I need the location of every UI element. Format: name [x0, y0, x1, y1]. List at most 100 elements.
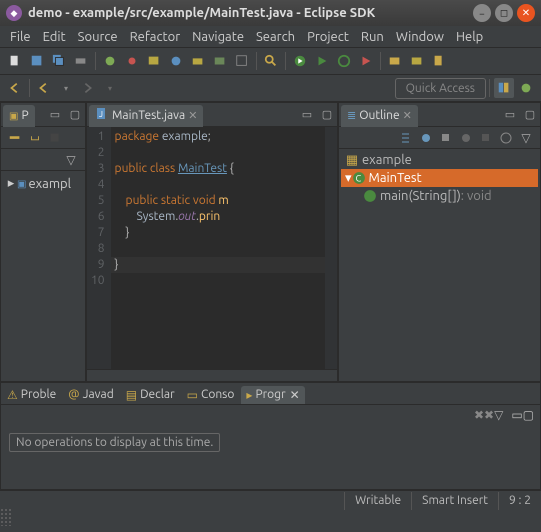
code-line[interactable]: public static void m	[111, 193, 325, 209]
tab-package-explorer[interactable]: ▣ P	[3, 105, 35, 127]
new-class-button[interactable]	[166, 51, 186, 71]
coverage-button[interactable]	[144, 51, 164, 71]
new-button[interactable]	[5, 51, 25, 71]
nav-toolbar: ▾ ▾ Quick Access	[0, 75, 541, 102]
code-line[interactable]: public class MainTest {	[111, 161, 325, 177]
code-line[interactable]	[111, 177, 325, 193]
run-last-button[interactable]	[312, 51, 332, 71]
tab-proble[interactable]: ⚠Proble	[2, 386, 61, 404]
forward-button[interactable]	[78, 78, 98, 98]
tab-progr[interactable]: ▸Progr✕	[241, 386, 304, 404]
new-project-button[interactable]	[407, 51, 427, 71]
code-line[interactable]: }	[111, 257, 325, 273]
close-outline-button[interactable]: ✕	[403, 109, 412, 122]
code-line[interactable]	[111, 273, 325, 289]
menu-navigate[interactable]: Navigate	[186, 28, 250, 46]
close-tab-button[interactable]: ✕	[290, 388, 300, 402]
back-button[interactable]	[34, 78, 54, 98]
outline-row[interactable]: ▦example	[341, 151, 538, 169]
menu-help[interactable]: Help	[450, 28, 489, 46]
debug-last-button[interactable]	[334, 51, 354, 71]
sort-button[interactable]	[397, 129, 415, 147]
debug-button[interactable]	[100, 51, 120, 71]
code-line[interactable]	[111, 145, 325, 161]
menu-file[interactable]: File	[4, 28, 37, 46]
outline-maximize-button[interactable]: ▢	[522, 107, 538, 123]
print-button[interactable]	[71, 51, 91, 71]
editor-minimize-button[interactable]: ▭	[299, 107, 315, 123]
resize-gripper[interactable]	[0, 508, 12, 526]
new-package-button[interactable]	[188, 51, 208, 71]
line-number: 1	[91, 129, 105, 145]
hide-local-button[interactable]	[477, 129, 495, 147]
breakpoint-button[interactable]	[122, 51, 142, 71]
perspective-java-button[interactable]	[494, 78, 514, 98]
tab-declar[interactable]: ▤Declar	[121, 386, 180, 404]
tab-conso[interactable]: ▭Conso	[182, 386, 240, 404]
outline-menu-button[interactable]: ▽	[517, 129, 535, 147]
progress-menu-button[interactable]: ▽	[494, 408, 503, 422]
menu-run[interactable]: Run	[355, 28, 390, 46]
new-java-project-button[interactable]	[385, 51, 405, 71]
save-button[interactable]	[27, 51, 47, 71]
outline-minimize-button[interactable]: ▭	[502, 107, 518, 123]
filters-button[interactable]	[46, 129, 64, 147]
tab-editor[interactable]: J MainTest.java ✕	[89, 105, 203, 127]
tab-outline[interactable]: ≣ Outline ✕	[341, 105, 418, 127]
close-button[interactable]: ✕	[517, 4, 535, 22]
hide-static-button[interactable]	[437, 129, 455, 147]
forward-history-button[interactable]: ▾	[100, 78, 120, 98]
svg-text:C: C	[355, 173, 361, 184]
code-line[interactable]: System.out.prin	[111, 209, 325, 225]
quick-access[interactable]: Quick Access	[395, 78, 486, 99]
warn-icon: ⚠	[7, 388, 18, 402]
external-tools-button[interactable]	[356, 51, 376, 71]
minimize-button[interactable]: −	[473, 4, 491, 22]
remove-all-button[interactable]: ✖✖	[474, 408, 494, 422]
bottom-minimize-button[interactable]: ▭	[511, 408, 522, 422]
menu-bar: File Edit Source Refactor Navigate Searc…	[0, 26, 541, 48]
horizontal-scrollbar[interactable]	[87, 369, 337, 381]
perspective-debug-button[interactable]	[516, 78, 536, 98]
code-editor[interactable]: 12345678910 package example;public class…	[87, 127, 337, 369]
menu-source[interactable]: Source	[72, 28, 124, 46]
class-icon: C	[352, 171, 366, 185]
back-history-button[interactable]: ▾	[56, 78, 76, 98]
collapse-all-button[interactable]	[6, 129, 24, 147]
code-line[interactable]: }	[111, 225, 325, 241]
bottom-maximize-button[interactable]: ▢	[523, 408, 534, 422]
project-item[interactable]: ▸ ▣ exampl	[5, 175, 81, 192]
editor-maximize-button[interactable]: ▢	[319, 107, 335, 123]
expand-icon[interactable]: ▸	[5, 176, 17, 191]
close-tab-button[interactable]: ✕	[188, 109, 197, 122]
menu-window[interactable]: Window	[390, 28, 450, 46]
outline-row[interactable]: main(String[]) : void	[341, 187, 538, 205]
menu-project[interactable]: Project	[301, 28, 355, 46]
hide-fields-button[interactable]	[417, 129, 435, 147]
minimize-view-button[interactable]: ▭	[47, 107, 63, 123]
menu-edit[interactable]: Edit	[37, 28, 72, 46]
maximize-button[interactable]: ◻	[495, 4, 513, 22]
code-line[interactable]	[111, 241, 325, 257]
overview-ruler[interactable]	[325, 127, 337, 369]
menu-search[interactable]: Search	[250, 28, 301, 46]
menu-refactor[interactable]: Refactor	[124, 28, 187, 46]
new-folder-button[interactable]	[210, 51, 230, 71]
outline-row[interactable]: ▾CMainTest	[341, 169, 538, 187]
hide-nonpublic-button[interactable]	[457, 129, 475, 147]
view-menu-button[interactable]: ▽	[62, 151, 80, 169]
code-line[interactable]: package example;	[111, 129, 325, 145]
status-bar: Writable Smart Insert 9 : 2	[0, 490, 541, 510]
last-edit-button[interactable]	[5, 78, 25, 98]
maximize-view-button[interactable]: ▢	[67, 107, 83, 123]
new-file-button[interactable]	[429, 51, 449, 71]
open-type-button[interactable]	[232, 51, 252, 71]
prog-icon: ▸	[246, 388, 252, 402]
run-button[interactable]	[290, 51, 310, 71]
search-button[interactable]	[261, 51, 281, 71]
tab-javad[interactable]: @Javad	[63, 386, 118, 403]
save-all-button[interactable]	[49, 51, 69, 71]
link-editor-button[interactable]	[26, 129, 44, 147]
focus-button[interactable]	[497, 129, 515, 147]
method-icon	[363, 189, 377, 203]
